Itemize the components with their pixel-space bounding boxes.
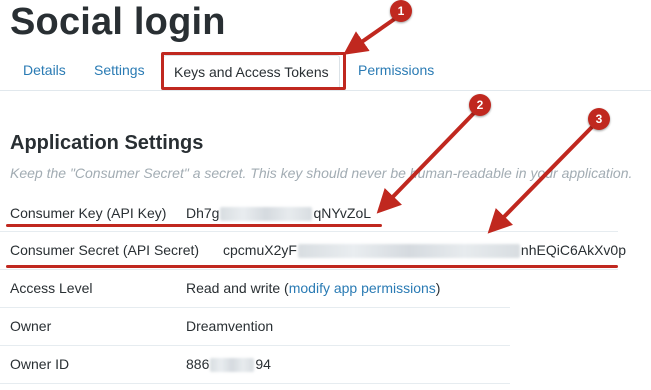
annotation-badge-1: 1 bbox=[390, 0, 412, 22]
annotation-badge-2: 2 bbox=[469, 94, 491, 116]
arrow-1 bbox=[343, 16, 398, 55]
arrow-3 bbox=[487, 124, 595, 234]
annotation-arrows bbox=[343, 16, 595, 234]
annotation-badge-3: 3 bbox=[588, 108, 610, 130]
arrow-2 bbox=[376, 110, 477, 214]
